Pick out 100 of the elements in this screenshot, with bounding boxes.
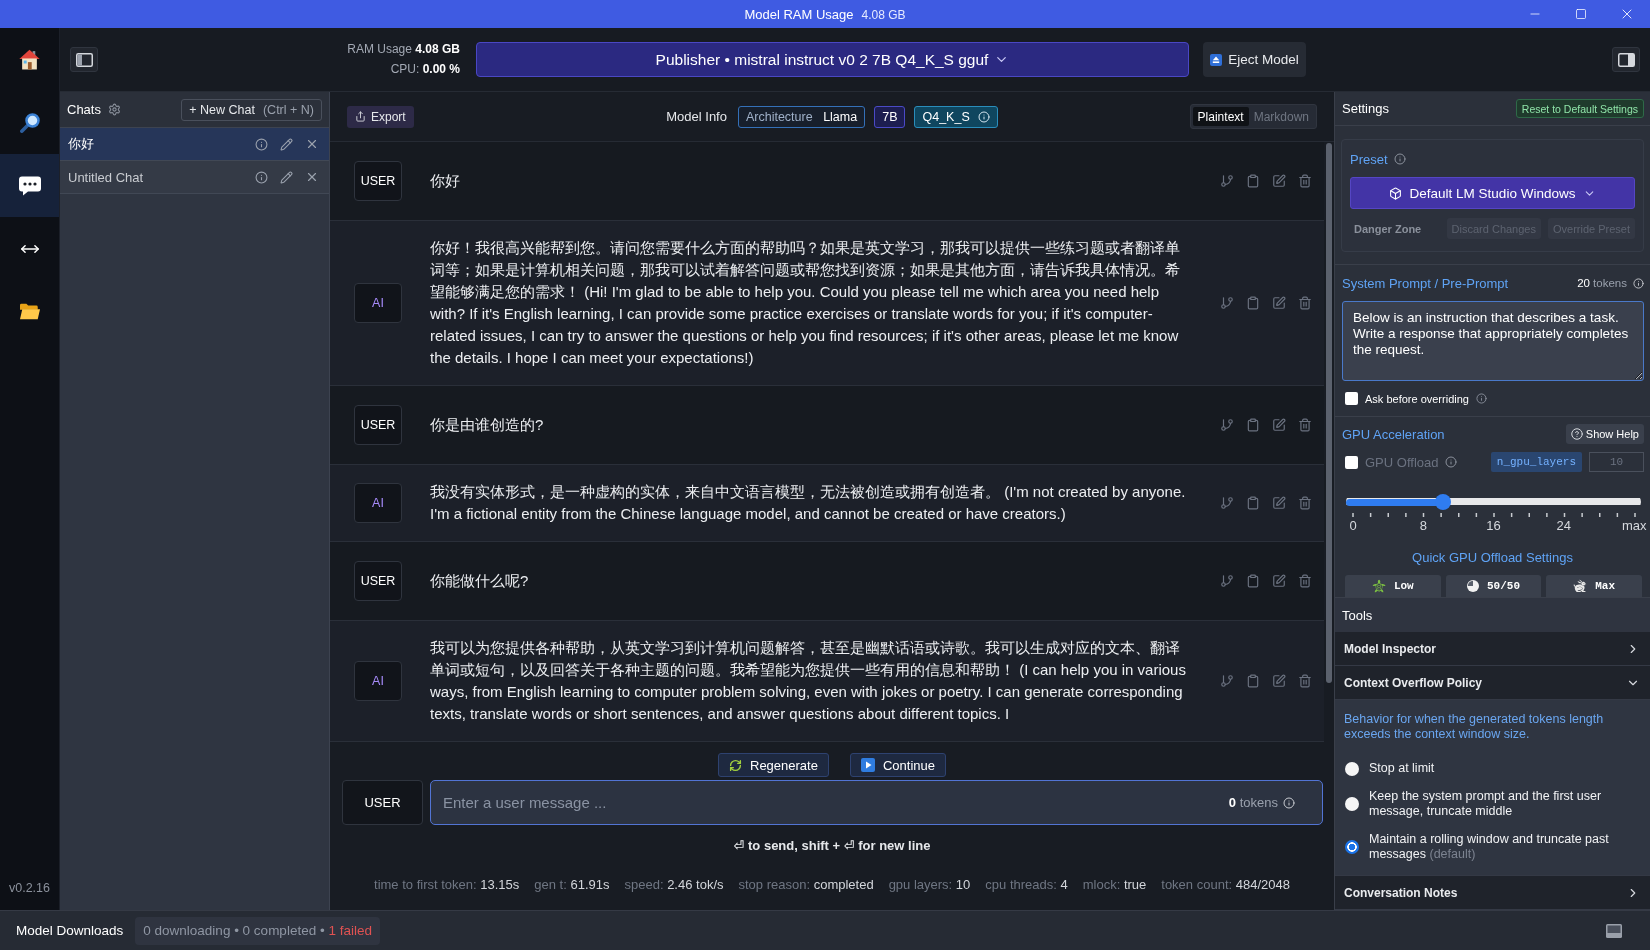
option-label: Keep the system prompt and the first user message, truncate middle	[1369, 789, 1603, 819]
trash-icon[interactable]	[1298, 674, 1312, 688]
message-text: 你是由谁创造的?	[430, 415, 545, 435]
format-tab[interactable]: Plaintext	[1192, 107, 1249, 126]
clipboard-icon[interactable]	[1246, 418, 1260, 432]
slider-thumb[interactable]	[1435, 494, 1452, 510]
maximize-icon	[1575, 8, 1587, 20]
role-badge: AI	[354, 483, 402, 523]
help-button[interactable]: Show Help	[1565, 424, 1644, 444]
role-badge: USER	[342, 780, 423, 825]
edit-icon[interactable]	[1272, 418, 1286, 432]
quick-offload-button[interactable]: Low	[1345, 575, 1441, 597]
eject-button[interactable]: Eject Model	[1203, 42, 1306, 77]
continue-button[interactable]: Continue	[849, 753, 946, 777]
model-info-label: Model Info	[666, 109, 727, 124]
double-arrow-icon	[20, 243, 39, 254]
radio-button[interactable]	[1345, 797, 1359, 811]
quick-offload-button[interactable]: Max	[1546, 575, 1642, 597]
tool-section-row[interactable]: Context Overflow Policy	[1335, 666, 1650, 700]
quick-settings-title: Quick GPU Offload Settings	[1412, 550, 1573, 565]
pencil-icon[interactable]	[280, 137, 293, 151]
option-label: Maintain a rolling window and truncate past messages (default)	[1369, 832, 1610, 862]
trash-icon[interactable]	[1298, 296, 1312, 310]
checkbox[interactable]	[1345, 455, 1358, 469]
new-chat-button[interactable]: + New Chat (Ctrl + N)	[181, 98, 322, 121]
window-title: Model RAM Usage	[744, 6, 854, 22]
close-icon[interactable]	[305, 170, 319, 184]
chat-button[interactable]	[0, 154, 59, 217]
parameter-tag: n_gpu_layers	[1490, 452, 1582, 472]
stat-text: token count: 484/2048	[1161, 877, 1290, 893]
edit-icon[interactable]	[1272, 496, 1286, 510]
branch-icon[interactable]	[1220, 418, 1234, 432]
reset-button[interactable]: Reset to Default Settings	[1515, 99, 1644, 118]
branch-icon[interactable]	[1220, 496, 1234, 510]
edit-icon[interactable]	[1272, 174, 1286, 188]
export-button[interactable]: Export	[347, 105, 414, 128]
tag-text: Architecture Llama	[745, 109, 858, 124]
stat-text: gen t: 61.91s	[534, 877, 610, 893]
clipboard-icon[interactable]	[1246, 674, 1260, 688]
stat-text: mlock: true	[1082, 877, 1147, 893]
system-prompt-label: System Prompt / Pre-Prompt	[1342, 275, 1509, 291]
panel-toggle-button[interactable]	[1612, 47, 1640, 72]
preset-selector[interactable]: Default LM Studio Windows	[1350, 177, 1635, 209]
branch-icon[interactable]	[1220, 296, 1234, 310]
clipboard-icon[interactable]	[1246, 574, 1260, 588]
message-text: 我可以为您提供各种帮助，从英文学习到计算机问题解答，甚至是幽默话语或诗歌。我可以生成对应的文本、翻译单词或短句，以及回答关于各种主题的问题。我希望能为您提供一些有用的信息和帮助！ (I can help you in various ways, from English learning to computer problem solving, even with jokes or poetry. I can generate corresponding texts, translate words or short sentences, and answer questions about different topics. I	[430, 638, 1187, 724]
tick-label: max	[1622, 518, 1646, 533]
pie-icon	[1467, 580, 1479, 592]
chat-item[interactable]: 你好	[60, 128, 329, 161]
info-icon[interactable]	[255, 170, 268, 184]
settings-icon[interactable]	[107, 103, 121, 116]
policy-description: Behavior for when the generated tokens length exceeds the context window size.	[1344, 712, 1605, 742]
panel-left-icon	[75, 52, 93, 67]
branch-icon[interactable]	[1220, 574, 1234, 588]
clipboard-icon[interactable]	[1246, 174, 1260, 188]
message-text: 你能做什么呢?	[430, 571, 530, 591]
quick-offload-button[interactable]: 50/50	[1445, 575, 1542, 597]
branch-icon[interactable]	[1220, 674, 1234, 688]
trash-icon[interactable]	[1298, 496, 1312, 510]
tool-section-row[interactable]: Model Inspector	[1335, 632, 1650, 666]
play-icon	[860, 758, 875, 772]
cpu-usage-text: CPU: 0.00 %	[390, 62, 460, 77]
role-badge: USER	[354, 405, 402, 445]
model-selector[interactable]: Publisher • mistral instruct v0 2 7B Q4_K_S gguf	[476, 42, 1189, 77]
trash-icon[interactable]	[1298, 574, 1312, 588]
edit-icon[interactable]	[1272, 574, 1286, 588]
settings-title: Settings	[1342, 101, 1389, 116]
trash-icon[interactable]	[1298, 174, 1312, 188]
system-prompt-field[interactable]: Below is an instruction that describes a task. Write a response that appropriately completes the request.	[1342, 301, 1644, 381]
info-icon[interactable]	[255, 137, 268, 151]
trash-icon[interactable]	[1298, 418, 1312, 432]
pencil-icon[interactable]	[280, 170, 293, 184]
regenerate-button[interactable]: Regenerate	[718, 753, 829, 777]
checkbox[interactable]	[1345, 392, 1358, 405]
tag-text: 7B	[882, 109, 898, 124]
role-badge: AI	[354, 661, 402, 701]
downloads-title: Model Downloads	[16, 923, 124, 938]
radio-button[interactable]	[1345, 761, 1359, 776]
edit-icon[interactable]	[1272, 296, 1286, 310]
role-badge: AI	[354, 283, 402, 323]
stat-text: time to first token: 13.15s	[374, 877, 520, 893]
info-icon	[1445, 456, 1458, 468]
edit-icon[interactable]	[1272, 674, 1286, 688]
sidebar-toggle-button[interactable]	[70, 47, 98, 72]
tool-section-row[interactable]: Conversation Notes	[1335, 876, 1650, 910]
danger-zone-label: Danger Zone	[1353, 222, 1422, 235]
clipboard-icon[interactable]	[1246, 296, 1260, 310]
panel-bottom-icon[interactable]	[1606, 923, 1622, 938]
stat-text: stop reason: completed	[738, 877, 874, 893]
token-count: 20 tokens	[1577, 277, 1627, 289]
close-icon[interactable]	[305, 137, 319, 151]
refresh-icon	[729, 758, 742, 772]
chat-item[interactable]: Untitled Chat	[60, 161, 329, 194]
branch-icon[interactable]	[1220, 174, 1234, 188]
radio-button[interactable]	[1345, 840, 1359, 854]
gpu-acceleration-label: GPU Acceleration	[1342, 426, 1445, 442]
cube-icon	[1388, 186, 1402, 200]
clipboard-icon[interactable]	[1246, 496, 1260, 510]
ram-usage-value: 4.08 GB	[861, 7, 906, 22]
scrollbar-thumb[interactable]	[1326, 143, 1332, 683]
